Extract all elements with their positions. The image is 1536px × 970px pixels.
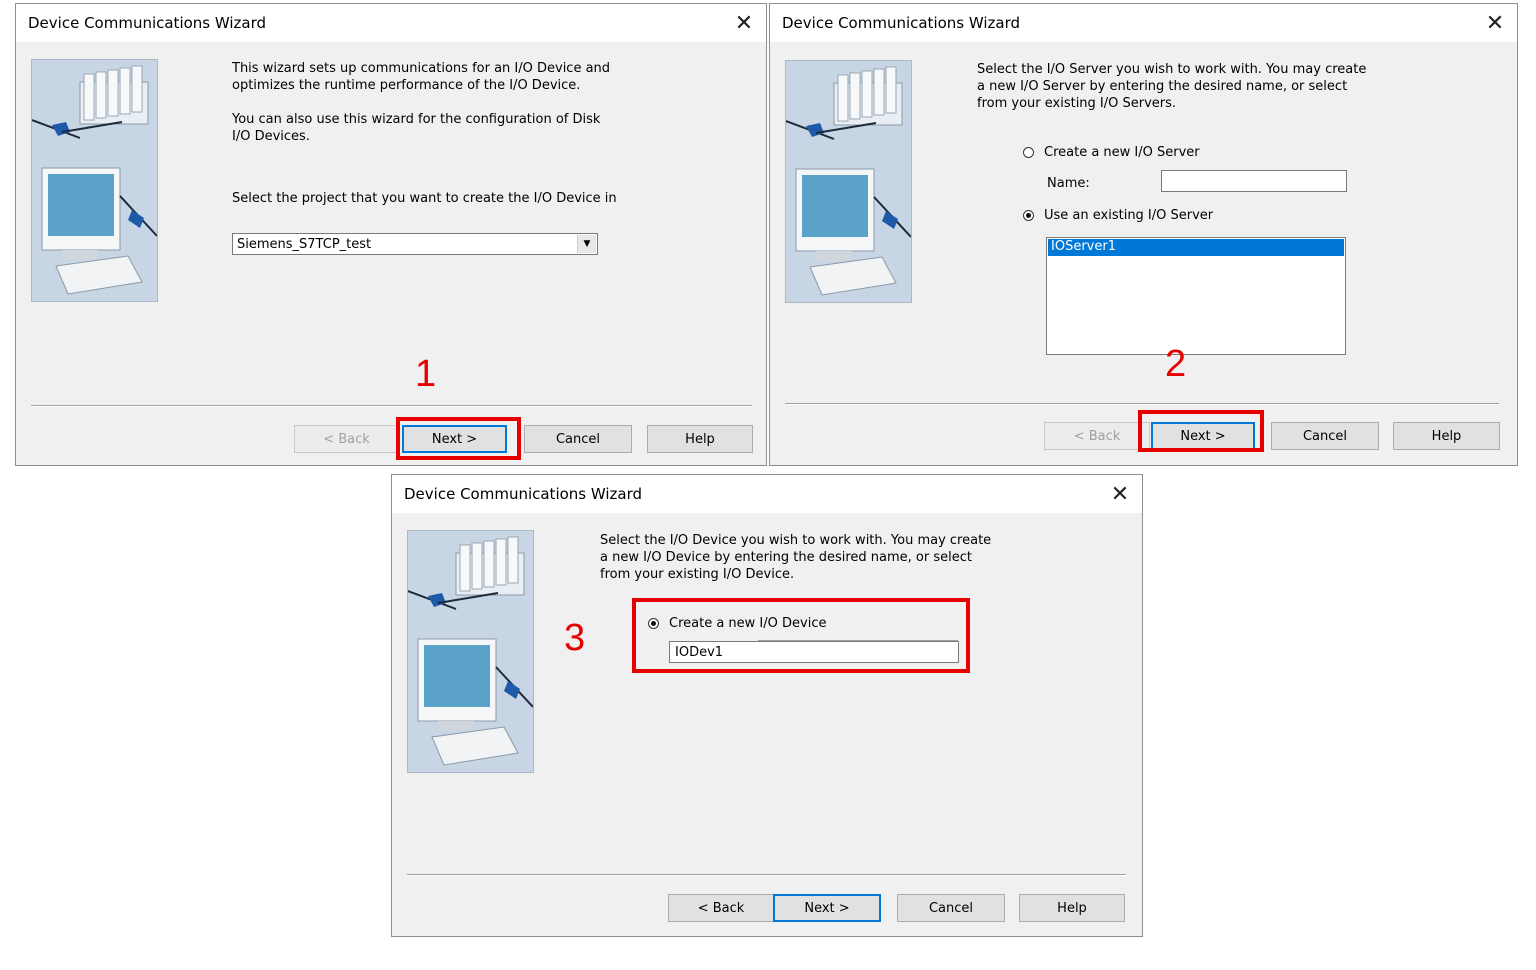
dialog-title: Device Communications Wizard bbox=[782, 14, 1021, 32]
chevron-down-icon[interactable]: ▼ bbox=[577, 235, 596, 253]
next-button[interactable]: Next > bbox=[773, 894, 881, 922]
title-bar: Device Communications Wizard ✕ bbox=[392, 475, 1142, 513]
next-button[interactable]: Next > bbox=[402, 425, 507, 453]
title-bar: Device Communications Wizard ✕ bbox=[16, 4, 766, 42]
divider bbox=[785, 403, 1499, 405]
cancel-button[interactable]: Cancel bbox=[524, 425, 632, 453]
existing-servers-list[interactable]: IOServer1 bbox=[1046, 237, 1346, 355]
cancel-button[interactable]: Cancel bbox=[897, 894, 1005, 922]
intro-line: This wizard sets up communications for a… bbox=[232, 61, 611, 76]
select-project-prompt: Select the project that you want to crea… bbox=[232, 191, 617, 206]
radio-use-existing-server-label[interactable]: Use an existing I/O Server bbox=[1044, 207, 1213, 224]
intro-line: Select the I/O Device you wish to work w… bbox=[600, 533, 992, 548]
intro-line: I/O Devices. bbox=[232, 129, 310, 144]
title-bar: Device Communications Wizard ✕ bbox=[770, 4, 1517, 42]
name-label: Name: bbox=[1047, 176, 1090, 191]
close-button[interactable]: ✕ bbox=[722, 4, 766, 42]
close-button[interactable]: ✕ bbox=[1473, 4, 1517, 42]
radio-create-new-device[interactable] bbox=[648, 618, 659, 629]
radio-create-new-device-label[interactable]: Create a new I/O Device bbox=[669, 615, 826, 632]
radio-create-new-server-label[interactable]: Create a new I/O Server bbox=[1044, 144, 1200, 161]
wizard-illustration bbox=[407, 530, 534, 773]
back-button[interactable]: < Back bbox=[668, 894, 774, 922]
device-name-input[interactable]: IODev1 bbox=[669, 641, 959, 663]
intro-line: You can also use this wizard for the con… bbox=[232, 112, 601, 127]
wizard-dialog-step2: Device Communications Wizard ✕ Select th… bbox=[769, 3, 1518, 466]
cancel-button[interactable]: Cancel bbox=[1271, 422, 1379, 450]
wizard-dialog-step3: Device Communications Wizard ✕ Select th… bbox=[391, 474, 1143, 937]
wizard-illustration bbox=[31, 59, 158, 302]
radio-create-new-server[interactable] bbox=[1023, 147, 1034, 158]
divider bbox=[31, 405, 752, 407]
intro-line: a new I/O Device by entering the desired… bbox=[600, 550, 972, 565]
help-button[interactable]: Help bbox=[647, 425, 753, 453]
dialog-title: Device Communications Wizard bbox=[404, 485, 643, 503]
intro-line: a new I/O Server by entering the desired… bbox=[977, 79, 1348, 94]
intro-text: Select the I/O Server you wish to work w… bbox=[977, 61, 1366, 112]
help-button[interactable]: Help bbox=[1019, 894, 1125, 922]
intro-text: This wizard sets up communications for a… bbox=[232, 60, 610, 145]
step-number-label: 2 bbox=[1165, 343, 1187, 385]
close-icon: ✕ bbox=[734, 10, 754, 36]
close-button[interactable]: ✕ bbox=[1098, 475, 1142, 513]
radio-use-existing-server[interactable] bbox=[1023, 210, 1034, 221]
intro-text: Select the I/O Device you wish to work w… bbox=[600, 532, 991, 583]
close-icon: ✕ bbox=[1485, 10, 1505, 36]
next-button[interactable]: Next > bbox=[1151, 422, 1255, 450]
divider bbox=[407, 874, 1126, 876]
device-name-value: IODev1 bbox=[675, 645, 724, 660]
wizard-dialog-step1: Device Communications Wizard ✕ This wiza… bbox=[15, 3, 767, 466]
project-dropdown-value: Siemens_S7TCP_test bbox=[237, 237, 372, 252]
project-dropdown[interactable]: Siemens_S7TCP_test ▼ bbox=[232, 233, 598, 255]
list-item[interactable]: IOServer1 bbox=[1048, 239, 1344, 256]
intro-line: optimizes the runtime performance of the… bbox=[232, 78, 581, 93]
back-button[interactable]: < Back bbox=[1044, 422, 1150, 450]
dialog-title: Device Communications Wizard bbox=[28, 14, 267, 32]
intro-line: from your existing I/O Device. bbox=[600, 567, 795, 582]
step-number-label: 3 bbox=[564, 617, 586, 659]
intro-line: Select the I/O Server you wish to work w… bbox=[977, 62, 1367, 77]
server-name-input[interactable] bbox=[1161, 170, 1347, 192]
step-number-label: 1 bbox=[415, 353, 437, 395]
back-button[interactable]: < Back bbox=[294, 425, 399, 453]
help-button[interactable]: Help bbox=[1393, 422, 1500, 450]
intro-line: from your existing I/O Servers. bbox=[977, 96, 1177, 111]
close-icon: ✕ bbox=[1110, 481, 1130, 507]
wizard-illustration bbox=[785, 60, 912, 303]
